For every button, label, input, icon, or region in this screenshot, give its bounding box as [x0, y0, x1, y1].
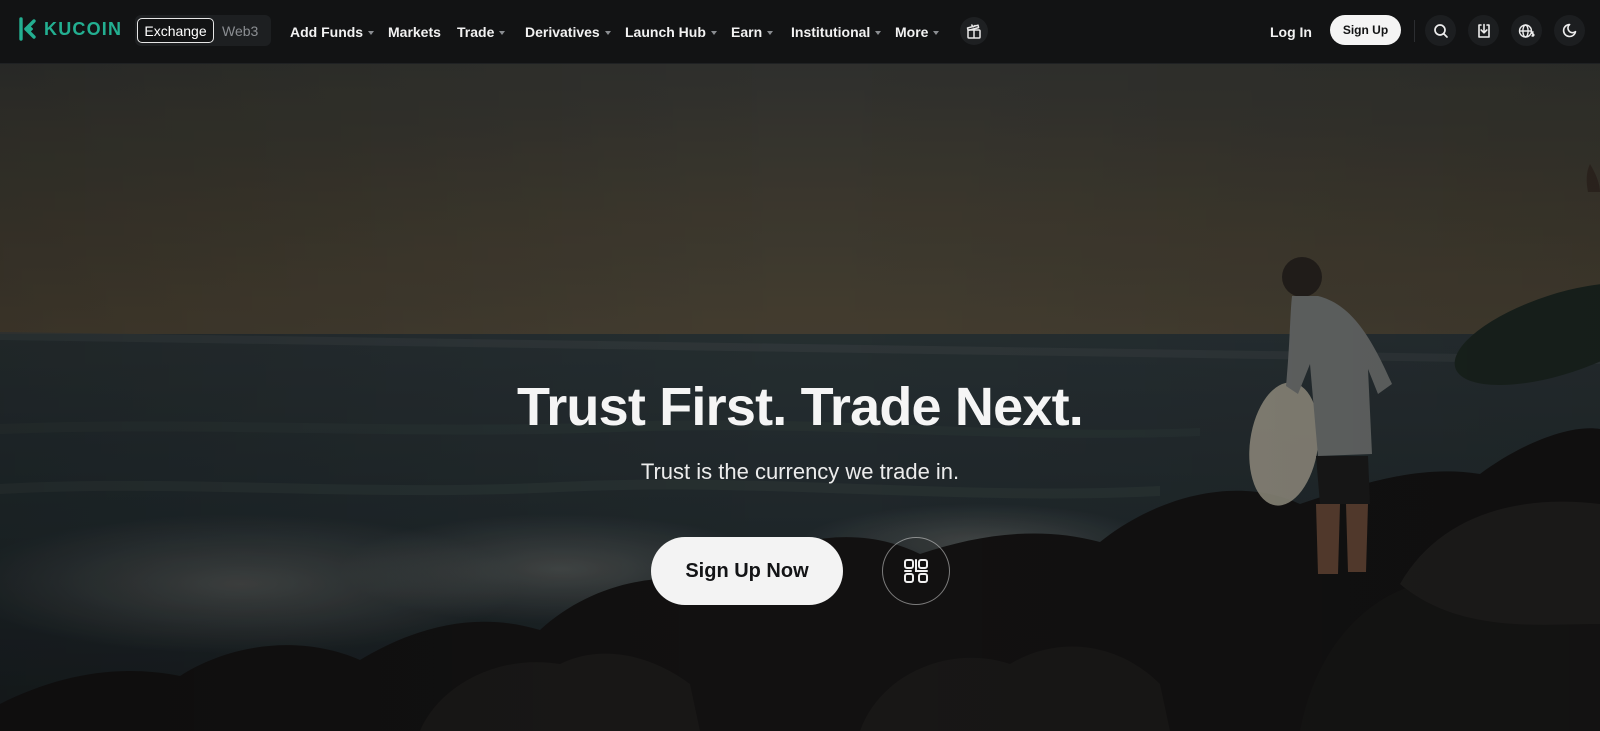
brand-name: KUCOIN — [44, 18, 123, 39]
chevron-down-icon — [933, 31, 940, 35]
gift-button[interactable] — [960, 17, 988, 45]
chevron-down-icon — [710, 31, 717, 35]
nav-institutional-label: Institutional — [791, 24, 871, 40]
divider — [1414, 20, 1415, 42]
chevron-down-icon — [875, 31, 882, 35]
chevron-down-icon — [767, 31, 774, 35]
nav-derivatives-label: Derivatives — [525, 24, 600, 40]
qr-code-button[interactable] — [882, 537, 950, 605]
search-icon — [1433, 23, 1448, 38]
nav-institutional[interactable]: Institutional — [791, 0, 882, 64]
chevron-down-icon — [604, 31, 611, 35]
gift-icon — [966, 24, 981, 39]
login-label: Log In — [1270, 24, 1312, 40]
hero-title: Trust First. Trade Next. — [517, 377, 1084, 437]
nav-add-funds-label: Add Funds — [290, 24, 364, 40]
nav-more-label: More — [895, 24, 929, 40]
nav-launch-hub-label: Launch Hub — [625, 24, 706, 40]
exchange-web3-switch: Exchange Web3 — [135, 15, 271, 46]
chevron-down-icon — [499, 31, 506, 35]
search-button[interactable] — [1425, 15, 1456, 46]
nav-derivatives[interactable]: Derivatives — [525, 0, 611, 64]
nav-earn-label: Earn — [731, 24, 763, 40]
signup-button[interactable]: Sign Up — [1330, 15, 1401, 45]
theme-toggle-button[interactable] — [1554, 15, 1585, 46]
nav-more[interactable]: More — [895, 0, 940, 64]
download-button[interactable] — [1468, 15, 1499, 46]
kucoin-logo-icon — [19, 17, 36, 41]
chevron-down-icon — [368, 31, 375, 35]
hero-section: Trust First. Trade Next. Trust is the cu… — [0, 64, 1600, 731]
download-icon — [1477, 23, 1490, 38]
globe-currency-icon — [1518, 23, 1535, 38]
sign-up-now-button[interactable]: Sign Up Now — [651, 537, 843, 605]
nav-markets-label: Markets — [388, 24, 441, 40]
nav-trade[interactable]: Trade — [457, 0, 506, 64]
kucoin-logo[interactable]: KUCOIN — [18, 17, 122, 41]
web3-tab[interactable]: Web3 — [214, 18, 266, 43]
nav-launch-hub[interactable]: Launch Hub — [625, 0, 717, 64]
nav-add-funds[interactable]: Add Funds — [290, 0, 375, 64]
hero-subtitle: Trust is the currency we trade in. — [640, 459, 960, 484]
exchange-tab[interactable]: Exchange — [137, 18, 214, 43]
nav-markets[interactable]: Markets — [388, 0, 441, 64]
nav-trade-label: Trade — [457, 24, 495, 40]
login-link[interactable]: Log In — [1270, 0, 1312, 64]
nav-earn[interactable]: Earn — [731, 0, 774, 64]
qr-code-icon — [904, 559, 928, 583]
top-navbar: KUCOIN Exchange Web3 Add Funds Markets T… — [0, 0, 1600, 64]
moon-icon — [1562, 23, 1577, 38]
language-currency-button[interactable] — [1511, 15, 1542, 46]
